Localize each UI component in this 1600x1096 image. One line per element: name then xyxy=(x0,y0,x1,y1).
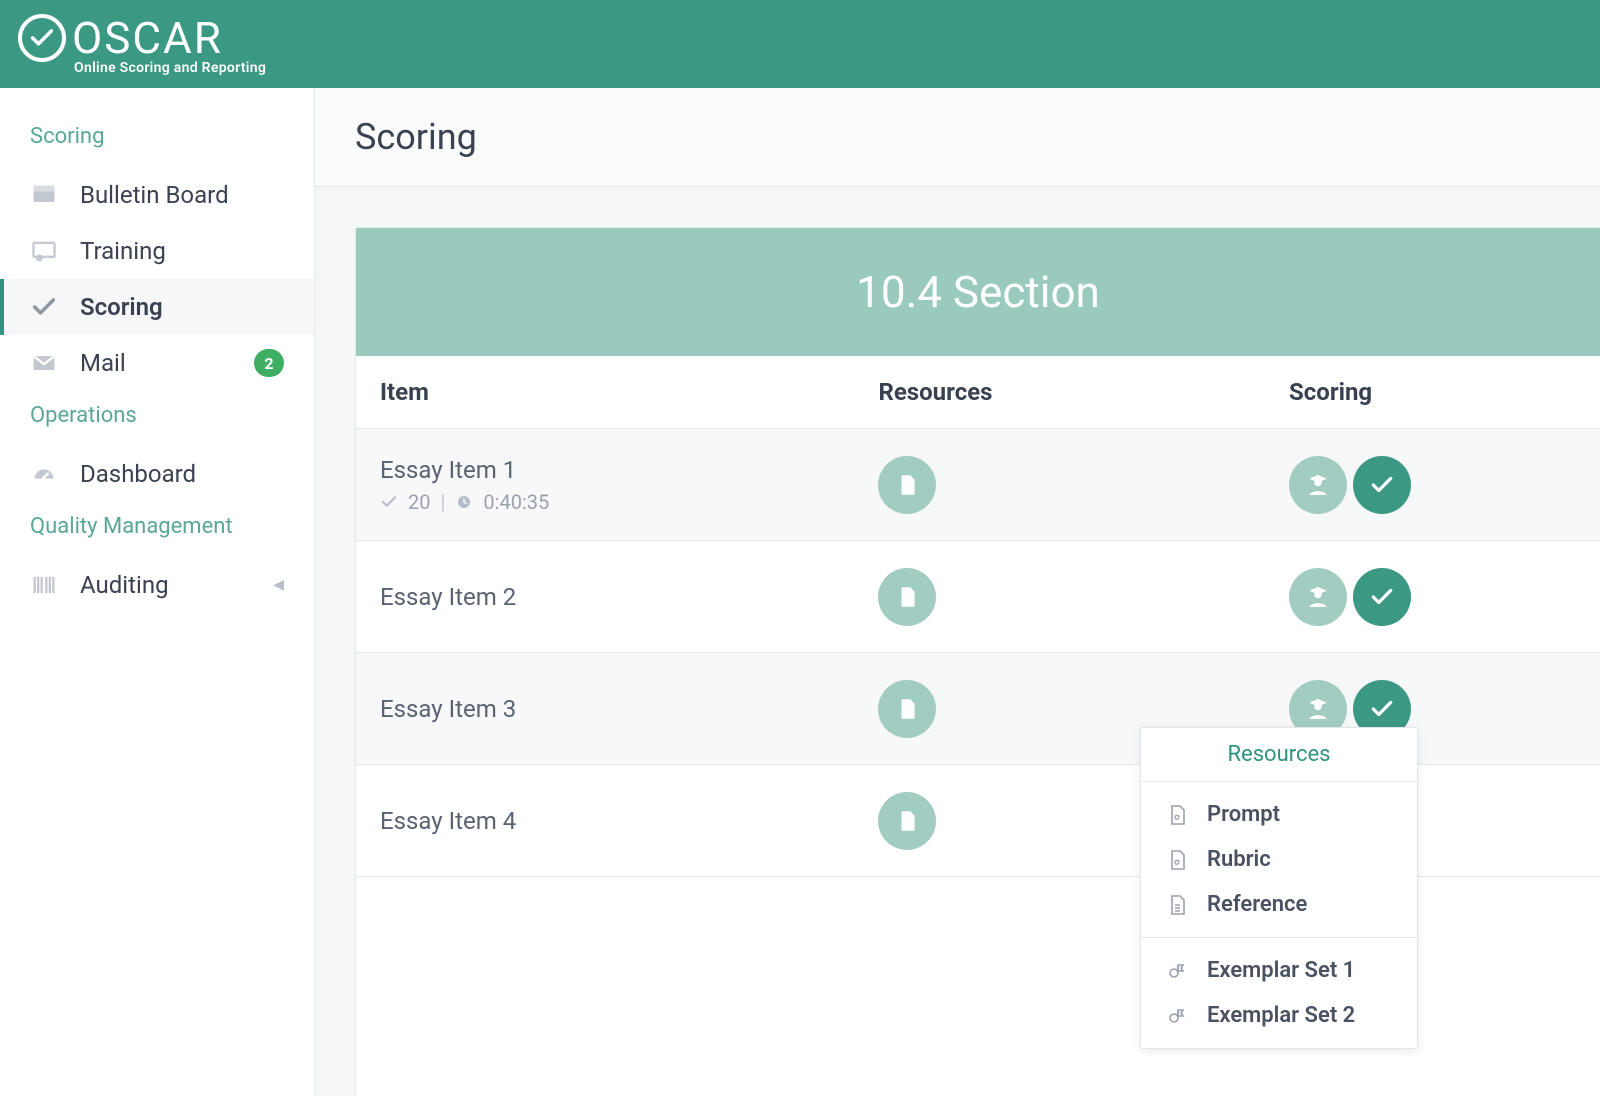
chevron-left-icon: ◀ xyxy=(273,577,284,593)
mail-icon xyxy=(30,349,80,377)
document-icon xyxy=(894,808,920,834)
item-meta: 20 | 0:40:35 xyxy=(380,490,549,514)
student-icon xyxy=(1303,694,1333,724)
sidebar-item-dashboard[interactable]: Dashboard xyxy=(0,446,314,502)
sidebar-item-auditing[interactable]: Auditing ◀ xyxy=(0,557,314,613)
sidebar-item-label: Auditing xyxy=(80,571,273,599)
nav-section-operations: Operations xyxy=(0,391,314,446)
resources-button[interactable] xyxy=(878,456,936,514)
resource-label: Rubric xyxy=(1207,847,1271,872)
popover-title: Resources xyxy=(1141,728,1417,782)
sidebar-item-label: Dashboard xyxy=(80,460,284,488)
brand-tagline: Online Scoring and Reporting xyxy=(74,60,266,76)
sidebar-item-label: Mail xyxy=(80,349,254,377)
resource-rubric[interactable]: Rubric xyxy=(1141,837,1417,882)
table-row: Essay Item 1 20 | 0:40:35 xyxy=(356,429,1600,541)
board-icon xyxy=(30,181,80,209)
clock-icon xyxy=(455,493,473,511)
nav-section-quality: Quality Management xyxy=(0,502,314,557)
resource-label: Exemplar Set 2 xyxy=(1207,1003,1355,1028)
score-button[interactable] xyxy=(1353,568,1411,626)
table-row: Essay Item 2 xyxy=(356,541,1600,653)
resource-label: Exemplar Set 1 xyxy=(1207,958,1355,983)
sidebar-item-label: Training xyxy=(80,237,284,265)
separator: | xyxy=(440,490,445,514)
topbar: OSCAR Online Scoring and Reporting xyxy=(0,0,1600,88)
mail-badge: 2 xyxy=(254,349,284,377)
resource-label: Reference xyxy=(1207,892,1307,917)
exemplar-icon xyxy=(1165,1004,1189,1028)
student-icon xyxy=(1303,582,1333,612)
score-button[interactable] xyxy=(1353,456,1411,514)
exemplar-icon xyxy=(1165,959,1189,983)
sidebar-item-bulletin-board[interactable]: Bulletin Board xyxy=(0,167,314,223)
sidebar-item-training[interactable]: Training xyxy=(0,223,314,279)
student-icon xyxy=(1303,470,1333,500)
pdf-icon xyxy=(1165,848,1189,872)
sidebar-item-label: Scoring xyxy=(80,293,284,321)
document-icon xyxy=(894,696,920,722)
resources-popover: Resources Prompt Rubric Reference xyxy=(1140,727,1418,1049)
nav-section-scoring: Scoring xyxy=(0,112,314,167)
sidebar-item-mail[interactable]: Mail 2 xyxy=(0,335,314,391)
item-count: 20 xyxy=(408,490,430,514)
resource-exemplar-1[interactable]: Exemplar Set 1 xyxy=(1141,948,1417,993)
sidebar-item-label: Bulletin Board xyxy=(80,181,284,209)
item-name: Essay Item 3 xyxy=(380,695,516,723)
resource-exemplar-2[interactable]: Exemplar Set 2 xyxy=(1141,993,1417,1038)
table-header: Item Resources Scoring xyxy=(356,356,1600,429)
pdf-icon xyxy=(1165,803,1189,827)
sidebar: Scoring Bulletin Board Training Scoring … xyxy=(0,88,315,1096)
resource-label: Prompt xyxy=(1207,802,1280,827)
gauge-icon xyxy=(30,460,80,488)
resource-reference[interactable]: Reference xyxy=(1141,882,1417,927)
item-name: Essay Item 2 xyxy=(380,583,516,611)
page-title: Scoring xyxy=(315,88,1600,187)
main: Scoring 10.4 Section Item Resources Scor… xyxy=(315,88,1600,1096)
brand-mark-icon xyxy=(18,14,66,62)
document-icon xyxy=(894,584,920,610)
student-view-button[interactable] xyxy=(1289,568,1347,626)
training-icon xyxy=(30,237,80,265)
item-time: 0:40:35 xyxy=(483,490,549,514)
col-header-item: Item xyxy=(356,378,878,406)
doc-icon xyxy=(1165,893,1189,917)
check-icon xyxy=(1369,472,1395,498)
sidebar-item-scoring[interactable]: Scoring xyxy=(0,279,314,335)
check-icon xyxy=(30,293,80,321)
resources-button[interactable] xyxy=(878,680,936,738)
check-icon xyxy=(1369,584,1395,610)
item-name: Essay Item 1 xyxy=(380,456,516,484)
section-banner: 10.4 Section xyxy=(356,228,1600,356)
resource-prompt[interactable]: Prompt xyxy=(1141,792,1417,837)
col-header-resources: Resources xyxy=(878,378,1289,406)
barcode-icon xyxy=(30,571,80,599)
check-icon xyxy=(1369,696,1395,722)
student-view-button[interactable] xyxy=(1289,456,1347,514)
resources-button[interactable] xyxy=(878,792,936,850)
brand-logo: OSCAR Online Scoring and Reporting xyxy=(18,12,266,76)
resources-button[interactable] xyxy=(878,568,936,626)
brand-name: OSCAR xyxy=(72,12,223,64)
document-icon xyxy=(894,472,920,498)
check-icon xyxy=(380,493,398,511)
col-header-scoring: Scoring xyxy=(1289,378,1600,406)
item-name: Essay Item 4 xyxy=(380,807,516,835)
